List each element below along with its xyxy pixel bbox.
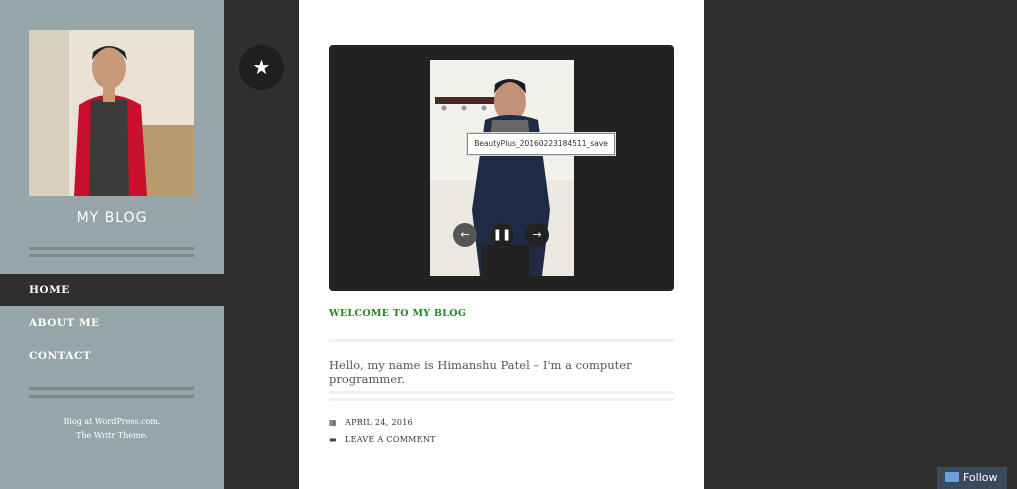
divider: [29, 387, 194, 390]
divider: [329, 339, 674, 342]
main-content: BeautyPlus_20160223184511_save ← ❚❚ → WE…: [299, 0, 704, 489]
divider: [329, 398, 674, 401]
divider: [29, 247, 194, 250]
pause-icon: ❚❚: [492, 228, 512, 241]
avatar-photo: [29, 30, 194, 196]
sidebar: MY BLOG HOME ABOUT ME CONTACT Blog at Wo…: [0, 0, 224, 489]
follow-button[interactable]: Follow: [937, 467, 1007, 489]
star-toggle-button[interactable]: ★: [239, 45, 284, 90]
footer-credits: Blog at WordPress.com. The Writr Theme.: [0, 415, 224, 443]
post-body: Hello, my name is Himanshu Patel – I'm a…: [329, 358, 632, 386]
star-icon: ★: [252, 55, 271, 79]
leave-comment-link[interactable]: LEAVE A COMMENT: [345, 435, 436, 444]
slideshow[interactable]: BeautyPlus_20160223184511_save ← ❚❚ →: [329, 45, 674, 291]
post-comment-row: ▬ LEAVE A COMMENT: [329, 435, 436, 444]
site-title[interactable]: MY BLOG: [0, 210, 224, 226]
follow-label: Follow: [963, 471, 998, 484]
credit-wordpress-link[interactable]: Blog at WordPress.com.: [0, 415, 224, 429]
divider: [329, 391, 674, 394]
slideshow-next-button[interactable]: →: [525, 223, 549, 247]
post-title-link[interactable]: WELCOME TO MY BLOG: [329, 308, 466, 319]
nav-item-home[interactable]: HOME: [0, 274, 224, 306]
credit-theme-link[interactable]: The Writr Theme.: [0, 429, 224, 443]
slide-caption-tooltip: BeautyPlus_20160223184511_save: [467, 133, 615, 155]
calendar-icon: ▦: [329, 418, 337, 427]
slideshow-pause-button[interactable]: ❚❚: [490, 223, 514, 247]
follow-icon: [945, 472, 959, 482]
arrow-right-icon: →: [532, 228, 542, 241]
post-date-row: ▦ APRIL 24, 2016: [329, 418, 413, 427]
arrow-left-icon: ←: [460, 228, 470, 241]
post-date-link[interactable]: APRIL 24, 2016: [345, 418, 413, 427]
nav-item-contact[interactable]: CONTACT: [0, 340, 224, 372]
divider: [29, 254, 194, 257]
divider: [29, 395, 194, 398]
avatar[interactable]: [29, 30, 194, 196]
nav-item-about-me[interactable]: ABOUT ME: [0, 307, 224, 339]
comment-icon: ▬: [329, 435, 337, 444]
slideshow-prev-button[interactable]: ←: [453, 223, 477, 247]
